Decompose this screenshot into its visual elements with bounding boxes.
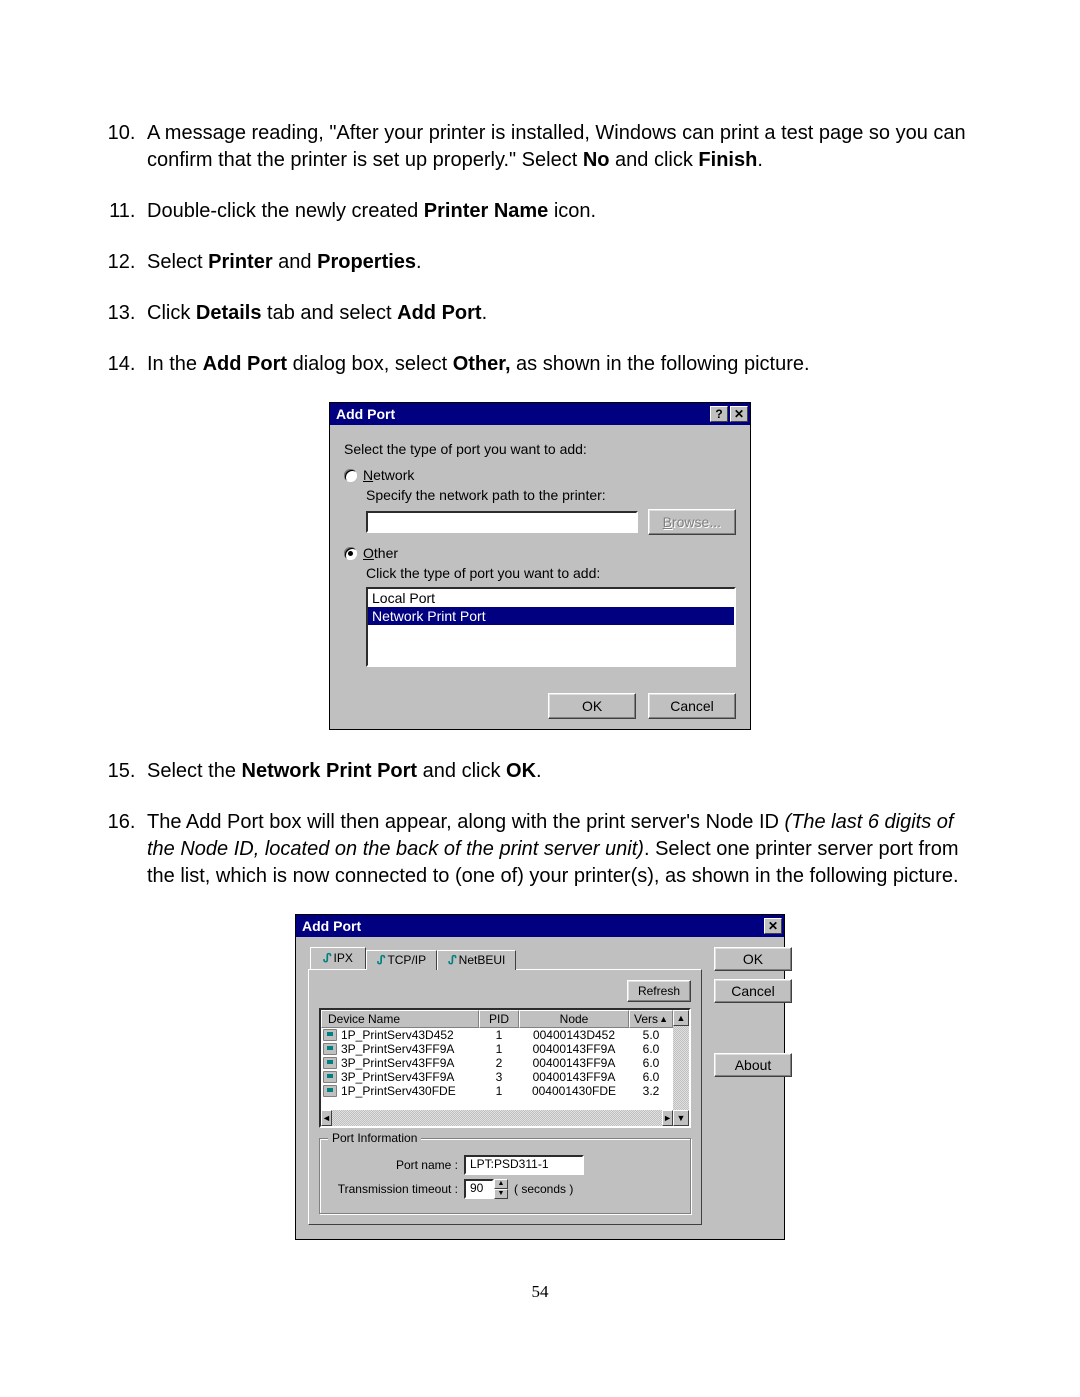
col-device-name[interactable]: Device Name <box>321 1010 479 1028</box>
step-14: In the Add Port dialog box, select Other… <box>141 351 985 378</box>
add-port-dialog: Add Port ? ✕ Select the type of port you… <box>329 402 751 730</box>
list-item[interactable]: Local Port <box>368 589 734 607</box>
intro-label: Select the type of port you want to add: <box>344 441 736 457</box>
col-vers[interactable]: Vers▲ <box>629 1010 673 1028</box>
port-information-group: Port Information Port name : LPT:PSD311-… <box>319 1138 691 1214</box>
table-row[interactable]: 1P_PrintServ43D452100400143D4525.0 <box>321 1028 673 1042</box>
tab-ipx[interactable]: ᔑIPX <box>310 947 366 969</box>
radio-network-label: etwork <box>373 467 414 483</box>
port-name-label: Port name : <box>330 1158 458 1172</box>
instructions-block-2: Select the Network Print Port and click … <box>95 758 985 890</box>
table-row[interactable]: 3P_PrintServ43FF9A100400143FF9A6.0 <box>321 1042 673 1056</box>
other-sub-label: Click the type of port you want to add: <box>366 565 736 581</box>
titlebar[interactable]: Add Port ? ✕ <box>330 403 750 425</box>
help-icon[interactable]: ? <box>710 406 728 422</box>
list-item-selected[interactable]: Network Print Port <box>368 607 734 625</box>
col-pid[interactable]: PID <box>479 1010 519 1028</box>
printer-icon <box>323 1043 337 1055</box>
timeout-unit: ( seconds ) <box>514 1182 573 1196</box>
group-title: Port Information <box>328 1131 421 1145</box>
scroll-up-icon[interactable]: ▲ <box>673 1010 689 1026</box>
refresh-button[interactable]: Refresh <box>627 980 691 1002</box>
table-row[interactable]: 3P_PrintServ43FF9A300400143FF9A6.0 <box>321 1070 673 1084</box>
table-row[interactable]: 1P_PrintServ430FDE1004001430FDE3.2 <box>321 1084 673 1098</box>
step-13: Click Details tab and select Add Port. <box>141 300 985 327</box>
titlebar[interactable]: Add Port ✕ <box>296 915 784 937</box>
port-name-input[interactable]: LPT:PSD311-1 <box>464 1155 584 1175</box>
radio-other[interactable] <box>344 547 357 560</box>
vertical-scrollbar[interactable]: ▲ ▼ <box>673 1010 689 1126</box>
timeout-label: Transmission timeout : <box>330 1182 458 1196</box>
step-12: Select Printer and Properties. <box>141 249 985 276</box>
network-path-input[interactable] <box>366 511 638 533</box>
dialog-title: Add Port <box>302 918 361 934</box>
spin-down-icon[interactable]: ▼ <box>494 1189 508 1199</box>
ok-button[interactable]: OK <box>548 693 636 719</box>
timeout-stepper[interactable]: 90 ▲ ▼ <box>464 1179 508 1199</box>
step-10: A message reading, "After your printer i… <box>141 120 985 174</box>
port-type-list[interactable]: Local Port Network Print Port <box>366 587 736 667</box>
tab-tcpip[interactable]: ᔑTCP/IP <box>366 950 437 970</box>
cancel-button[interactable]: Cancel <box>714 979 792 1003</box>
page-number: 54 <box>95 1282 985 1302</box>
printer-icon <box>323 1085 337 1097</box>
horizontal-scrollbar[interactable]: ◄ ► <box>321 1110 673 1126</box>
browse-button[interactable]: Browse... <box>648 509 736 535</box>
cancel-button[interactable]: Cancel <box>648 693 736 719</box>
printer-icon <box>323 1071 337 1083</box>
scroll-down-icon[interactable]: ▼ <box>673 1110 689 1126</box>
tab-netbeui[interactable]: ᔑNetBEUI <box>437 950 516 970</box>
dialog-title: Add Port <box>336 406 395 422</box>
close-icon[interactable]: ✕ <box>764 918 782 934</box>
about-button[interactable]: About <box>714 1053 792 1077</box>
spin-up-icon[interactable]: ▲ <box>494 1179 508 1189</box>
step-16: The Add Port box will then appear, along… <box>141 809 985 890</box>
radio-network[interactable] <box>344 469 357 482</box>
network-icon: ᔑ <box>448 953 455 967</box>
ok-button[interactable]: OK <box>714 947 792 971</box>
scroll-left-icon[interactable]: ◄ <box>321 1110 332 1126</box>
add-port-dialog-tabbed: Add Port ✕ ᔑIPX ᔑTCP/IP ᔑNetBEUI Refresh <box>295 914 785 1240</box>
scroll-right-icon[interactable]: ► <box>662 1110 673 1126</box>
network-icon: ᔑ <box>377 953 384 967</box>
network-sub-label: Specify the network path to the printer: <box>366 487 736 503</box>
printer-icon <box>323 1029 337 1041</box>
printer-icon <box>323 1057 337 1069</box>
network-icon: ᔑ <box>323 951 330 965</box>
sort-asc-icon: ▲ <box>659 1014 668 1024</box>
table-header: Device Name PID Node Vers▲ <box>321 1010 673 1028</box>
step-11: Double-click the newly created Printer N… <box>141 198 985 225</box>
instructions-block: A message reading, "After your printer i… <box>95 120 985 378</box>
device-table[interactable]: Device Name PID Node Vers▲ 1P_PrintServ4… <box>319 1008 691 1128</box>
col-node[interactable]: Node <box>519 1010 629 1028</box>
table-row[interactable]: 3P_PrintServ43FF9A200400143FF9A6.0 <box>321 1056 673 1070</box>
close-icon[interactable]: ✕ <box>730 406 748 422</box>
radio-other-label: ther <box>374 545 398 561</box>
step-15: Select the Network Print Port and click … <box>141 758 985 785</box>
